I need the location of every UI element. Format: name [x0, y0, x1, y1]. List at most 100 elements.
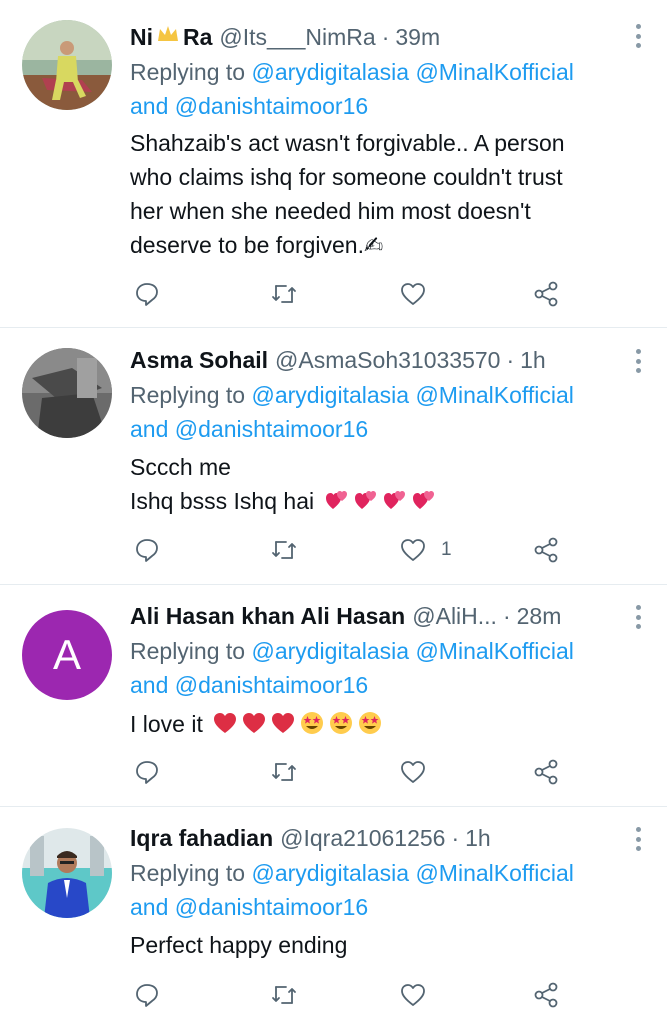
- replying-to: Replying to @arydigitalasia @MinalKoffic…: [130, 378, 637, 446]
- replying-to-label: Replying to: [130, 860, 246, 886]
- like-button[interactable]: [399, 274, 441, 314]
- author-name[interactable]: Ali Hasan khan Ali Hasan: [130, 602, 405, 630]
- and-label: and: [130, 93, 169, 119]
- author-handle[interactable]: @AsmaSoh31033570: [275, 346, 500, 374]
- and-label: and: [130, 416, 169, 442]
- mention-link[interactable]: @danishtaimoor16: [175, 672, 368, 698]
- retweet-icon: [272, 986, 296, 1004]
- star-struck-emoji: [357, 710, 383, 736]
- author-handle[interactable]: @AliH...: [412, 602, 497, 630]
- avatar[interactable]: [22, 348, 112, 438]
- tweet-text-line: Ishq bsss Ishq hai: [130, 484, 627, 518]
- mention-link[interactable]: @danishtaimoor16: [175, 416, 368, 442]
- more-icon[interactable]: [635, 827, 641, 851]
- share-icon: [534, 982, 558, 1008]
- more-icon[interactable]: [635, 605, 641, 629]
- replying-to-label: Replying to: [130, 638, 246, 664]
- reply-button[interactable]: [133, 752, 161, 792]
- tweet[interactable]: Asma Sohail @AsmaSoh31033570 · 1h Replyi…: [0, 328, 667, 585]
- tweet-actions: 1: [0, 530, 667, 570]
- star-struck-emoji: [328, 710, 354, 736]
- like-icon: [401, 539, 425, 561]
- tweet-header: Asma Sohail @AsmaSoh31033570 · 1h: [130, 346, 607, 374]
- retweet-button[interactable]: [270, 274, 298, 314]
- retweet-button[interactable]: [270, 530, 298, 570]
- avatar[interactable]: A: [22, 610, 112, 700]
- tweet-text-line: Shahzaib's act wasn't forgivable.. A per…: [130, 130, 565, 156]
- avatar[interactable]: [22, 20, 112, 110]
- reply-button[interactable]: [133, 975, 161, 1015]
- separator: ·: [451, 825, 460, 851]
- red-heart-emoji: [241, 710, 267, 736]
- replying-to: Replying to @arydigitalasia @MinalKoffic…: [130, 634, 637, 702]
- author-name[interactable]: Iqra fahadian: [130, 824, 273, 852]
- two-hearts-emoji: [411, 487, 437, 513]
- reply-icon: [136, 984, 158, 1007]
- reply-button[interactable]: [133, 530, 161, 570]
- avatar-letter: A: [52, 631, 81, 678]
- tweet-text: Shahzaib's act wasn't forgivable.. A per…: [130, 126, 627, 262]
- share-button[interactable]: [532, 752, 560, 792]
- like-count: 1: [441, 539, 452, 560]
- tweet-actions: [0, 752, 667, 792]
- mention-link[interactable]: @danishtaimoor16: [175, 894, 368, 920]
- reply-icon: [136, 283, 158, 306]
- author-name[interactable]: Asma Sohail: [130, 346, 268, 374]
- like-icon: [401, 283, 425, 305]
- author-handle[interactable]: @Iqra21061256: [280, 824, 445, 852]
- and-label: and: [130, 672, 169, 698]
- more-icon[interactable]: [635, 349, 641, 373]
- like-button[interactable]: 1: [399, 530, 452, 570]
- like-button[interactable]: [399, 752, 441, 792]
- replying-to: Replying to @arydigitalasia @MinalKoffic…: [130, 55, 637, 123]
- tweet[interactable]: A Ali Hasan khan Ali Hasan @AliH... · 28…: [0, 585, 667, 807]
- timestamp[interactable]: 1h: [465, 824, 491, 852]
- mention-link[interactable]: @MinalKofficial: [415, 860, 573, 886]
- more-icon[interactable]: [635, 24, 641, 48]
- retweet-button[interactable]: [270, 975, 298, 1015]
- red-heart-emoji: [270, 710, 296, 736]
- tweet-text-line: who claims ishq for someone couldn't tru…: [130, 164, 563, 190]
- share-button[interactable]: [532, 975, 560, 1015]
- tweet[interactable]: Ni Ra @Its___NimRa · 39m Replying to @ary…: [0, 0, 667, 328]
- tweet-text-line: Sccch me: [130, 454, 231, 480]
- retweet-button[interactable]: [270, 752, 298, 792]
- share-icon: [534, 537, 558, 563]
- mention-link[interactable]: @MinalKofficial: [415, 638, 573, 664]
- like-icon: [401, 761, 425, 783]
- two-hearts-emoji: [353, 487, 379, 513]
- tweet-header: Iqra fahadian @Iqra21061256 · 1h: [130, 824, 607, 852]
- replying-to: Replying to @arydigitalasia @MinalKoffic…: [130, 856, 637, 924]
- two-hearts-emoji: [382, 487, 408, 513]
- mention-link[interactable]: @arydigitalasia: [251, 638, 409, 664]
- separator: ·: [502, 603, 511, 629]
- separator: ·: [381, 24, 390, 50]
- reply-icon: [136, 761, 158, 784]
- like-button[interactable]: [399, 975, 441, 1015]
- two-hearts-emoji: [324, 487, 350, 513]
- mention-link[interactable]: @danishtaimoor16: [175, 93, 368, 119]
- timestamp[interactable]: 28m: [517, 602, 562, 630]
- author-handle[interactable]: @Its___NimRa: [219, 23, 375, 51]
- mention-link[interactable]: @arydigitalasia: [251, 382, 409, 408]
- retweet-icon: [272, 763, 296, 781]
- replying-to-label: Replying to: [130, 382, 246, 408]
- author-name[interactable]: Ni Ra: [130, 21, 212, 51]
- mention-link[interactable]: @arydigitalasia: [251, 860, 409, 886]
- tweet-text: Sccch me Ishq bsss Ishq hai: [130, 450, 627, 518]
- mention-link[interactable]: @MinalKofficial: [415, 382, 573, 408]
- reply-button[interactable]: [133, 274, 161, 314]
- reply-icon: [136, 539, 158, 562]
- tweet-text-line: Perfect happy ending: [130, 932, 348, 958]
- avatar[interactable]: [22, 828, 112, 918]
- mention-link[interactable]: @MinalKofficial: [415, 59, 573, 85]
- share-button[interactable]: [532, 274, 560, 314]
- share-button[interactable]: [532, 530, 560, 570]
- timestamp[interactable]: 39m: [395, 23, 440, 51]
- retweet-icon: [272, 541, 296, 559]
- tweet-actions: [0, 274, 667, 314]
- timestamp[interactable]: 1h: [520, 346, 546, 374]
- mention-link[interactable]: @arydigitalasia: [251, 59, 409, 85]
- share-icon: [534, 281, 558, 307]
- tweet[interactable]: Iqra fahadian @Iqra21061256 · 1h Replyin…: [0, 807, 667, 1024]
